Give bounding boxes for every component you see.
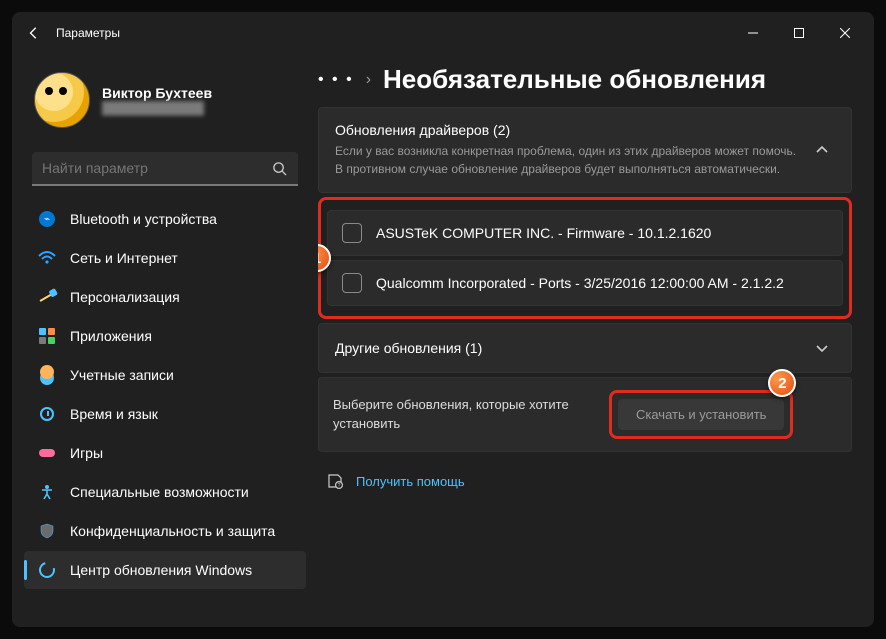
sidebar: Виктор Бухтеев ████████████ ⌁ Bluetooth … bbox=[12, 54, 318, 627]
user-icon bbox=[38, 366, 56, 384]
content-area: • • • › Необязательные обновления Обновл… bbox=[318, 54, 874, 627]
card-title: Обновления драйверов (2) bbox=[335, 122, 799, 138]
drivers-header-card[interactable]: Обновления драйверов (2) Если у вас возн… bbox=[318, 107, 852, 193]
nav-bluetooth[interactable]: ⌁ Bluetooth и устройства bbox=[24, 200, 306, 238]
titlebar: Параметры bbox=[12, 12, 874, 54]
nav-accessibility[interactable]: Специальные возможности bbox=[24, 473, 306, 511]
nav-label: Время и язык bbox=[70, 406, 158, 422]
action-row: Выберите обновления, которые хотите уста… bbox=[318, 377, 852, 452]
card-description: Если у вас возникла конкретная проблема,… bbox=[335, 142, 799, 178]
nav-label: Специальные возможности bbox=[70, 484, 249, 500]
bluetooth-icon: ⌁ bbox=[38, 210, 56, 228]
maximize-button[interactable] bbox=[776, 18, 822, 48]
nav-label: Игры bbox=[70, 445, 103, 461]
driver-checkbox[interactable] bbox=[342, 273, 362, 293]
collapse-icon[interactable] bbox=[811, 139, 833, 161]
avatar bbox=[34, 72, 90, 128]
search-input[interactable] bbox=[42, 160, 262, 176]
driver-label: Qualcomm Incorporated - Ports - 3/25/201… bbox=[376, 275, 784, 291]
driver-checkbox[interactable] bbox=[342, 223, 362, 243]
user-email: ████████████ bbox=[102, 101, 212, 115]
user-name: Виктор Бухтеев bbox=[102, 85, 212, 101]
get-help-link[interactable]: Получить помощь bbox=[356, 474, 465, 489]
page-title: Необязательные обновления bbox=[383, 64, 766, 95]
nav-gaming[interactable]: Игры bbox=[24, 434, 306, 472]
breadcrumb-more[interactable]: • • • bbox=[318, 71, 354, 89]
window-title: Параметры bbox=[56, 26, 120, 40]
driver-label: ASUSTeK COMPUTER INC. - Firmware - 10.1.… bbox=[376, 225, 711, 241]
help-row: ? Получить помощь bbox=[318, 452, 852, 510]
close-button[interactable] bbox=[822, 18, 868, 48]
drivers-list-highlight: 1 ASUSTeK COMPUTER INC. - Firmware - 10.… bbox=[318, 197, 852, 319]
settings-window: Параметры Виктор Бухтеев ████████████ ⌁ bbox=[12, 12, 874, 627]
breadcrumb: • • • › Необязательные обновления bbox=[318, 64, 852, 95]
back-button[interactable] bbox=[18, 17, 50, 49]
help-icon: ? bbox=[326, 472, 344, 490]
download-install-button[interactable]: Скачать и установить bbox=[618, 399, 784, 430]
action-text: Выберите обновления, которые хотите уста… bbox=[333, 396, 593, 432]
minimize-button[interactable] bbox=[730, 18, 776, 48]
apps-icon bbox=[38, 327, 56, 345]
nav-time-language[interactable]: Время и язык bbox=[24, 395, 306, 433]
nav-windows-update[interactable]: Центр обновления Windows bbox=[24, 551, 306, 589]
search-icon bbox=[270, 159, 288, 177]
profile-block[interactable]: Виктор Бухтеев ████████████ bbox=[24, 54, 306, 146]
brush-icon bbox=[38, 288, 56, 306]
nav-network[interactable]: Сеть и Интернет bbox=[24, 239, 306, 277]
expand-icon[interactable] bbox=[811, 337, 833, 359]
card-title: Другие обновления (1) bbox=[335, 340, 799, 356]
driver-item[interactable]: Qualcomm Incorporated - Ports - 3/25/201… bbox=[327, 260, 843, 306]
wifi-icon bbox=[38, 249, 56, 267]
gamepad-icon bbox=[38, 444, 56, 462]
nav-privacy[interactable]: Конфиденциальность и защита bbox=[24, 512, 306, 550]
nav-label: Приложения bbox=[70, 328, 152, 344]
action-button-highlight: 2 Скачать и установить bbox=[609, 390, 793, 439]
nav-label: Центр обновления Windows bbox=[70, 562, 252, 578]
svg-text:?: ? bbox=[338, 483, 341, 489]
other-updates-card[interactable]: Другие обновления (1) bbox=[318, 323, 852, 373]
nav-label: Учетные записи bbox=[70, 367, 174, 383]
nav-label: Bluetooth и устройства bbox=[70, 211, 217, 227]
nav-label: Конфиденциальность и защита bbox=[70, 523, 275, 539]
update-icon bbox=[38, 561, 56, 579]
nav-apps[interactable]: Приложения bbox=[24, 317, 306, 355]
nav-label: Персонализация bbox=[70, 289, 180, 305]
nav-accounts[interactable]: Учетные записи bbox=[24, 356, 306, 394]
annotation-2: 2 bbox=[768, 369, 796, 397]
nav-label: Сеть и Интернет bbox=[70, 250, 178, 266]
search-box[interactable] bbox=[32, 152, 298, 186]
shield-icon bbox=[38, 522, 56, 540]
clock-icon bbox=[38, 405, 56, 423]
nav-personalization[interactable]: Персонализация bbox=[24, 278, 306, 316]
driver-item[interactable]: ASUSTeK COMPUTER INC. - Firmware - 10.1.… bbox=[327, 210, 843, 256]
chevron-right-icon: › bbox=[366, 71, 371, 89]
nav-list: ⌁ Bluetooth и устройства Сеть и Интернет… bbox=[24, 200, 306, 615]
accessibility-icon bbox=[38, 483, 56, 501]
